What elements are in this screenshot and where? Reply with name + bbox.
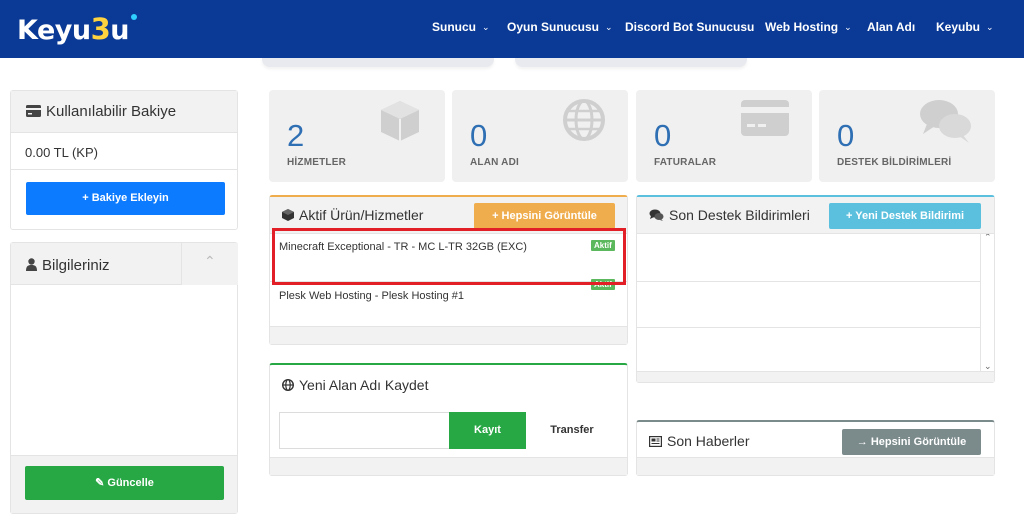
domain-input[interactable] — [279, 412, 449, 449]
nav-keyubu[interactable]: Keyubu ⌄ — [936, 20, 994, 34]
domain-register-panel: Yeni Alan Adı Kaydet Kayıt Transfer — [269, 363, 628, 476]
nav-web-hosting[interactable]: Web Hosting ⌄ — [765, 20, 852, 34]
credit-card-icon — [740, 98, 790, 143]
comments-icon — [919, 98, 973, 149]
nav-alan-adi[interactable]: Alan Adı — [867, 20, 915, 34]
chevron-up-icon: ⌃ — [204, 253, 216, 269]
stat-label: HİZMETLER — [287, 157, 347, 168]
domain-panel-footer — [270, 457, 627, 475]
chevron-down-icon: ⌄ — [605, 22, 613, 32]
stat-value: 0 — [654, 118, 672, 153]
stat-label: FATURALAR — [654, 157, 717, 168]
stat-tile-invoices[interactable]: 0 FATURALAR — [636, 90, 812, 182]
globe-icon — [562, 98, 606, 147]
divider — [11, 169, 237, 170]
globe-icon — [281, 378, 295, 394]
view-all-services-button[interactable]: + Hepsini Görüntüle — [474, 203, 615, 229]
tickets-panel-footer — [637, 371, 994, 382]
balance-panel: Kullanılabilir Bakiye 0.00 TL (KP) + Bak… — [10, 90, 238, 230]
news-panel-footer — [637, 457, 994, 475]
nav-discord-bot-sunucusu[interactable]: Discord Bot Sunucusu — [625, 20, 754, 34]
scroll-up-icon[interactable]: ⌃ — [984, 234, 992, 243]
tickets-title: Son Destek Bildirimleri — [649, 207, 810, 224]
divider — [637, 281, 980, 282]
latest-news-panel: Son Haberler → Hepsini Görüntüle — [636, 420, 995, 476]
user-icon — [26, 257, 37, 275]
stat-tile-domains[interactable]: 0 ALAN ADI — [452, 90, 628, 182]
cube-icon — [282, 208, 294, 224]
cube-icon — [377, 98, 423, 149]
update-info-button[interactable]: ✎ Güncelle — [25, 466, 224, 500]
service-row[interactable]: Plesk Web Hosting - Plesk Hosting #1 Akt… — [270, 279, 627, 327]
balance-panel-header: Kullanılabilir Bakiye — [11, 91, 237, 133]
info-toggle[interactable]: ⌃ — [181, 243, 238, 285]
tickets-list[interactable]: ⌃ ⌄ — [637, 234, 994, 372]
add-balance-button[interactable]: + Bakiye Ekleyin — [26, 182, 225, 215]
pencil-icon: ✎ — [95, 477, 108, 489]
view-all-news-button[interactable]: → Hepsini Görüntüle — [842, 429, 981, 455]
chevron-down-icon: ⌄ — [844, 22, 852, 32]
domain-title: Yeni Alan Adı Kaydet — [281, 377, 428, 394]
services-title: Aktif Ürün/Hizmetler — [282, 207, 423, 224]
tickets-panel-header: Son Destek Bildirimleri + Yeni Destek Bi… — [637, 197, 994, 234]
stat-value: 0 — [837, 118, 855, 153]
divider — [637, 327, 980, 328]
info-title: Bilgileriniz — [26, 257, 110, 275]
stat-value: 2 — [287, 118, 305, 153]
keyubu-logo[interactable]: Keyu3u — [17, 12, 138, 46]
chevron-down-icon: ⌄ — [482, 22, 490, 32]
info-panel-header: Bilgileriniz ⌃ — [11, 243, 238, 285]
stat-tile-services[interactable]: 2 HİZMETLER — [269, 90, 445, 182]
comments-icon — [649, 208, 664, 224]
logo-dot — [131, 14, 138, 20]
stat-value: 0 — [470, 118, 488, 153]
newspaper-icon — [649, 434, 663, 450]
nav-oyun-sunucusu[interactable]: Oyun Sunucusu ⌄ — [507, 20, 613, 34]
info-panel: Bilgileriniz ⌃ ✎ Güncelle — [10, 242, 238, 514]
news-title: Son Haberler — [649, 433, 750, 450]
chevron-down-icon: ⌄ — [986, 22, 994, 32]
service-name: Plesk Web Hosting - Plesk Hosting #1 — [279, 290, 465, 302]
dropdown-shadow — [515, 58, 747, 67]
stat-label: DESTEK BİLDİRİMLERİ — [837, 157, 952, 168]
scrollbar[interactable]: ⌃ ⌄ — [980, 234, 994, 372]
top-navbar: Keyu3u Sunucu ⌄ Oyun Sunucusu ⌄ Discord Bo… — [0, 0, 1024, 58]
new-ticket-button[interactable]: + Yeni Destek Bildirimi — [829, 203, 981, 229]
dropdown-shadow — [262, 58, 494, 67]
info-panel-footer: ✎ Güncelle — [11, 455, 237, 513]
selection-highlight — [272, 228, 626, 285]
credit-card-icon — [26, 104, 41, 121]
stat-label: ALAN ADI — [470, 157, 520, 168]
recent-tickets-panel: Son Destek Bildirimleri + Yeni Destek Bi… — [636, 195, 995, 383]
stat-tile-tickets[interactable]: 0 DESTEK BİLDİRİMLERİ — [819, 90, 995, 182]
nav-sunucu[interactable]: Sunucu ⌄ — [432, 20, 490, 34]
logo-text: Keyu3u — [17, 12, 130, 46]
balance-amount: 0.00 TL (KP) — [25, 145, 98, 160]
transfer-domain-button[interactable]: Transfer — [526, 412, 618, 449]
services-panel-footer — [270, 326, 627, 344]
balance-title: Kullanılabilir Bakiye — [26, 103, 176, 121]
register-domain-button[interactable]: Kayıt — [449, 412, 526, 449]
